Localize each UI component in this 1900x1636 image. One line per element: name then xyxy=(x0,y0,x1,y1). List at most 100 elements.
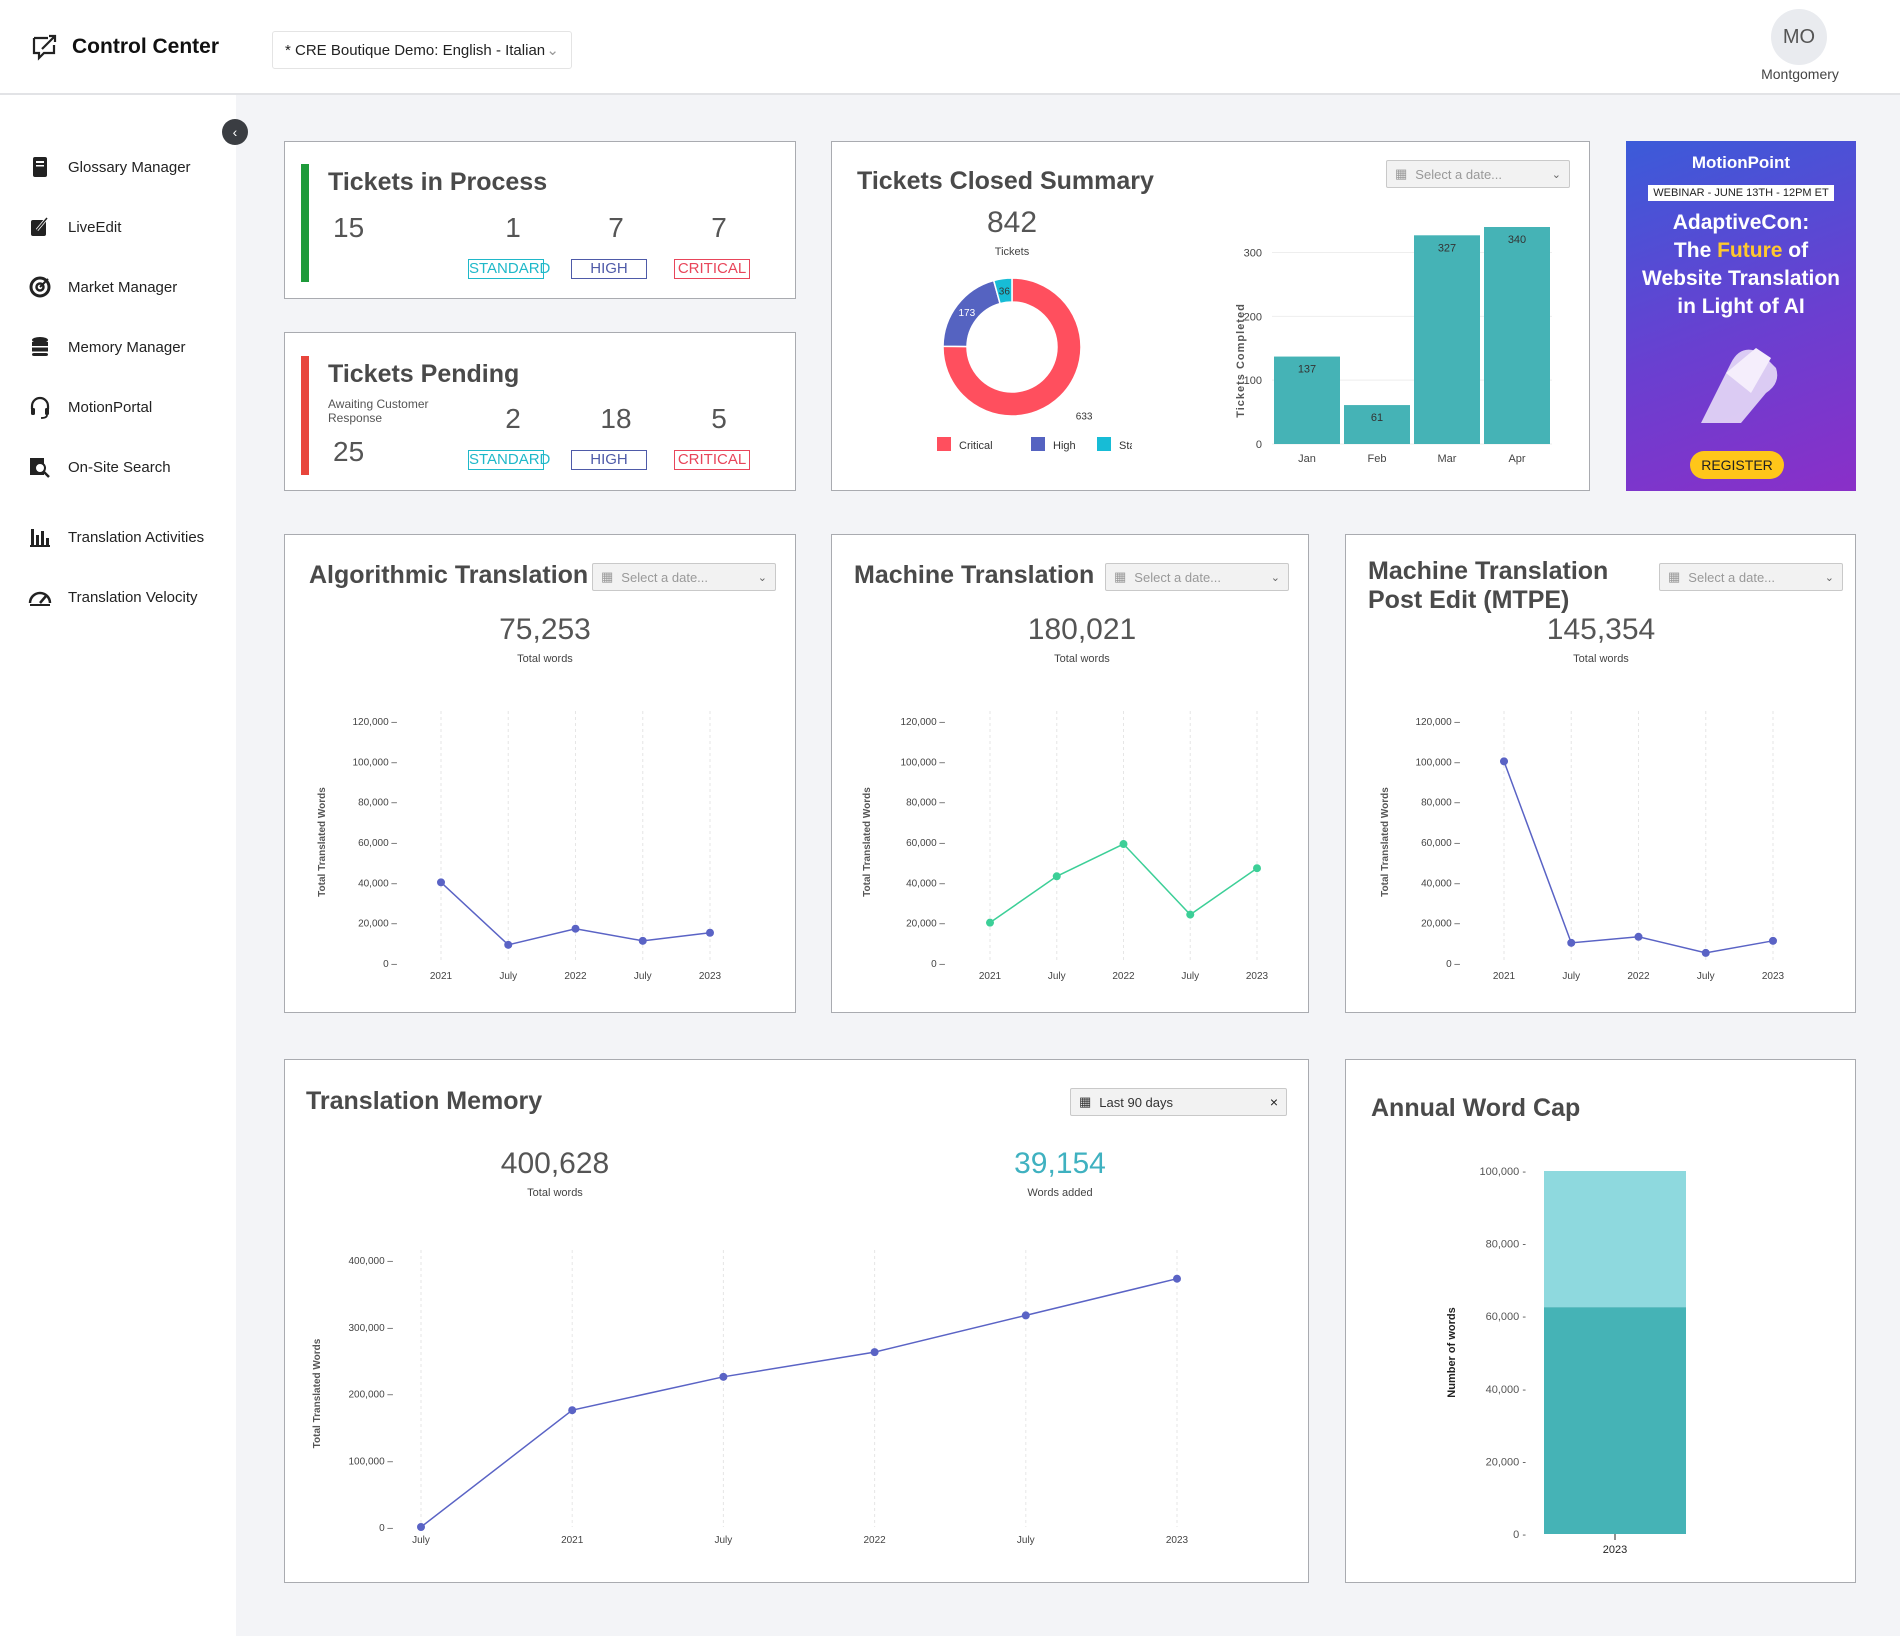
chevron-left-icon: ‹ xyxy=(232,124,238,140)
data-point xyxy=(1500,757,1508,766)
ad-line: AdaptiveCon: xyxy=(1672,211,1810,234)
data-point xyxy=(986,918,994,927)
calendar-icon: ▦ xyxy=(1395,166,1408,181)
target-icon xyxy=(29,276,51,298)
x-tick-label: 2023 xyxy=(1603,1544,1627,1556)
date-select[interactable]: ▦ Select a date... ⌄ xyxy=(1659,563,1843,591)
user-name: Montgomery xyxy=(1761,66,1839,82)
mtpe-line-chart: 0 – 20,000 – 40,000 – 60,000 – 80,000 – 100,0… xyxy=(1380,711,1785,982)
words-added-stat: 39,154 Words added xyxy=(975,1147,1145,1199)
headset-icon xyxy=(30,396,50,419)
y-tick-label: 100,000 – xyxy=(901,757,946,768)
date-range-select[interactable]: ▦ Last 90 days × xyxy=(1070,1088,1287,1116)
total-value: 180,021 xyxy=(1027,613,1137,646)
total-value: 842 xyxy=(986,206,1038,239)
word-cap-bar-chart: 0 - 20,000 - 40,000 - 60,000 - 80,000 - 100,0… xyxy=(1446,1166,1686,1556)
accent-bar xyxy=(301,164,309,282)
y-tick-label: 400,000 – xyxy=(349,1256,394,1267)
total-value: 145,354 xyxy=(1546,613,1656,646)
x-tick-label: July xyxy=(1048,971,1066,982)
y-axis-label: Total Translated Words xyxy=(312,1338,323,1448)
x-tick-label: 2021 xyxy=(979,971,1002,982)
card-title: Tickets Closed Summary xyxy=(857,167,1154,195)
date-placeholder: Select a date... xyxy=(621,569,709,585)
added-value: 39,154 xyxy=(1014,1147,1106,1180)
sidebar-item-memory-manager[interactable]: Memory Manager xyxy=(28,335,186,359)
ad-brand: MotionPoint xyxy=(1691,153,1791,172)
y-tick-label: 20,000 – xyxy=(1421,919,1460,930)
date-select[interactable]: ▦ Select a date... ⌄ xyxy=(1386,160,1570,188)
date-placeholder: Select a date... xyxy=(1415,166,1503,182)
x-tick-label: July xyxy=(1017,1535,1035,1546)
sidebar-item-on-site-search[interactable]: On-Site Search xyxy=(28,455,171,479)
data-point xyxy=(1021,1311,1030,1320)
clear-icon[interactable]: × xyxy=(1270,1094,1278,1110)
total-words-stat: 180,021 Total words xyxy=(1002,613,1162,665)
sidebar-item-label: Translation Activities xyxy=(68,528,205,546)
chevron-down-icon: ⌄ xyxy=(1551,168,1561,181)
slice-label: 36 xyxy=(999,287,1011,298)
card-title: Translation Memory xyxy=(306,1087,543,1115)
app-brand[interactable]: Control Center xyxy=(30,32,219,62)
standard-count: 1 xyxy=(505,212,521,243)
algorithmic-translation-card: Algorithmic Translation ▦ Select a date..… xyxy=(284,534,796,1013)
sidebar-item-label: MotionPortal xyxy=(68,398,153,416)
register-button[interactable]: REGISTER xyxy=(1690,451,1784,479)
annual-word-cap-card: Annual Word Cap 0 - 20,000 - 40,000 - 60,00… xyxy=(1345,1059,1856,1583)
y-tick-label: 20,000 – xyxy=(906,919,945,930)
used-words-bar xyxy=(1544,1307,1686,1534)
project-select[interactable]: * CRE Boutique Demo: English - Italian ⌄ xyxy=(272,31,572,69)
card-title: Machine Translation Post Edit (MTPE) xyxy=(1368,557,1609,614)
bar-chart-icon xyxy=(30,529,50,547)
total-count: 15 xyxy=(333,212,365,243)
calendar-icon: ▦ xyxy=(1114,569,1127,584)
sidebar-item-label: Memory Manager xyxy=(68,338,186,356)
date-select[interactable]: ▦ Select a date... ⌄ xyxy=(1105,563,1289,591)
x-tick-label: 2022 xyxy=(564,971,587,982)
x-tick-label: July xyxy=(1562,971,1580,982)
total-count: 25 xyxy=(333,436,365,467)
ad-headline: AdaptiveCon: The Future of Website Trans… xyxy=(1626,209,1856,321)
high-count: 18 xyxy=(600,403,632,434)
logo-icon xyxy=(32,34,57,61)
database-icon xyxy=(32,337,48,356)
search-icon xyxy=(30,458,50,478)
x-tick-label: 2023 xyxy=(1762,971,1785,982)
handshake-illustration-icon xyxy=(1701,348,1778,423)
webinar-ad-banner[interactable]: MotionPoint WEBINAR - JUNE 13TH - 12PM E… xyxy=(1626,141,1856,491)
data-point xyxy=(870,1348,879,1357)
y-tick-label: 80,000 – xyxy=(906,798,945,809)
sidebar-item-market-manager[interactable]: Market Manager xyxy=(28,275,177,299)
critical-count: 7 xyxy=(711,212,727,243)
data-point xyxy=(706,928,714,937)
sidebar-item-liveedit[interactable]: LiveEdit xyxy=(28,215,121,239)
date-range-value: Last 90 days xyxy=(1099,1094,1174,1110)
y-tick-label: 300 xyxy=(1244,248,1262,260)
total-value: 400,628 xyxy=(500,1147,610,1180)
mtpe-card: Machine Translation Post Edit (MTPE) ▦ Se… xyxy=(1345,534,1856,1013)
sidebar-item-motionportal[interactable]: MotionPortal xyxy=(28,395,152,419)
x-tick-label: 2021 xyxy=(430,971,453,982)
added-label: Words added xyxy=(1027,1187,1093,1199)
y-axis-label: Tickets Completed xyxy=(1235,303,1247,418)
collapse-sidebar-button[interactable]: ‹ xyxy=(222,119,248,145)
y-tick-label: 40,000 – xyxy=(358,878,397,889)
y-tick-label: 40,000 – xyxy=(1421,878,1460,889)
sidebar-item-translation-velocity[interactable]: Translation Velocity xyxy=(28,585,198,609)
y-tick-label: 80,000 – xyxy=(358,798,397,809)
sidebar-item-glossary-manager[interactable]: Glossary Manager xyxy=(28,155,191,179)
sidebar-item-translation-activities[interactable]: Translation Activities xyxy=(28,525,204,549)
x-tick-label: July xyxy=(499,971,517,982)
date-select[interactable]: ▦ Select a date... ⌄ xyxy=(592,563,776,591)
x-tick-label: July xyxy=(412,1535,430,1546)
tickets-closed-card: Tickets Closed Summary ▦ Select a date...… xyxy=(831,141,1590,491)
data-point xyxy=(638,936,647,945)
y-tick-label: 100,000 - xyxy=(1480,1166,1527,1178)
machine-line-chart: 0 – 20,000 – 40,000 – 60,000 – 80,000 – 100,0… xyxy=(862,711,1269,982)
total-label: Tickets xyxy=(994,246,1030,258)
high-badge: HIGH xyxy=(571,450,647,470)
avatar[interactable]: MO xyxy=(1771,9,1827,65)
x-tick-label: July xyxy=(1181,971,1199,982)
chevron-down-icon: ⌄ xyxy=(757,571,767,584)
y-tick-label: 100,000 – xyxy=(353,757,398,768)
